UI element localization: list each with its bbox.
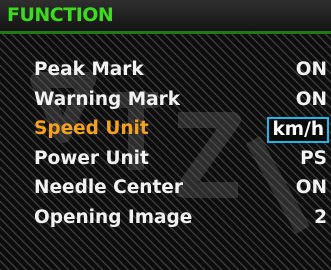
menu-item-label: Warning Mark — [34, 88, 181, 110]
menu-item-value: ON — [295, 88, 327, 110]
menu-item-peak-mark[interactable]: Peak Mark ON — [0, 58, 331, 88]
selected-value-box[interactable]: km/h — [267, 117, 329, 143]
menu-item-label: Speed Unit — [34, 118, 149, 139]
menu-item-value: ON — [295, 59, 327, 80]
menu-item-label: Power Unit — [34, 147, 149, 169]
menu-item-speed-unit[interactable]: Speed Unit km/h — [0, 117, 331, 147]
menu-item-label: Needle Center — [34, 177, 183, 198]
page-title: FUNCTION — [7, 4, 114, 26]
menu-item-value: 2 — [314, 206, 327, 228]
menu-item-value: PS — [300, 147, 327, 169]
function-menu: Peak Mark ON Warning Mark ON Speed Unit … — [0, 58, 331, 235]
menu-item-power-unit[interactable]: Power Unit PS — [0, 147, 331, 177]
menu-item-opening-image[interactable]: Opening Image 2 — [0, 206, 331, 236]
menu-item-label: Opening Image — [34, 206, 193, 228]
menu-item-value: ON — [295, 177, 327, 198]
function-menu-screen: FUNCTION Peak Mark ON Warning Mark ON Sp… — [0, 0, 331, 270]
menu-item-label: Peak Mark — [34, 59, 144, 80]
menu-item-warning-mark[interactable]: Warning Mark ON — [0, 88, 331, 118]
menu-header: FUNCTION — [0, 0, 331, 34]
menu-item-needle-center[interactable]: Needle Center ON — [0, 176, 331, 206]
